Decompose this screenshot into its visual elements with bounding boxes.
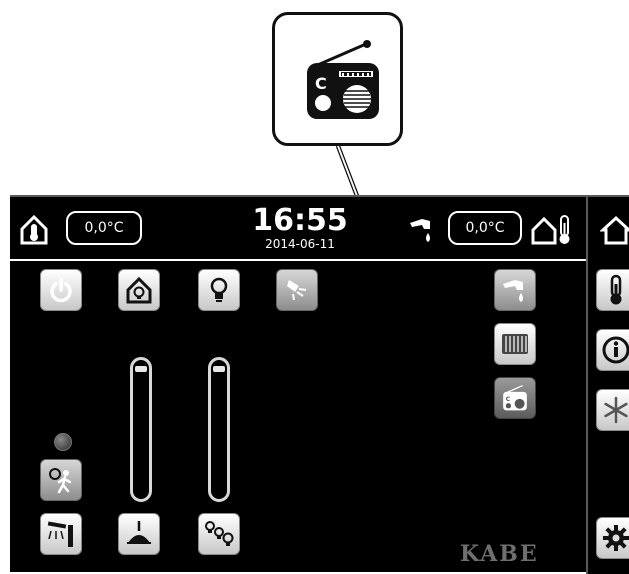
slider-thumb[interactable] (135, 366, 147, 372)
awning-light-icon (47, 521, 73, 547)
sidebar (586, 197, 629, 574)
light-button[interactable] (198, 269, 240, 311)
info-icon (602, 336, 629, 364)
ceiling-lamp-button[interactable] (118, 513, 160, 555)
clock-date: 2014-06-11 (265, 237, 335, 251)
spotlight-button[interactable] (276, 269, 318, 311)
awning-light-button[interactable] (40, 513, 82, 555)
spotlight-icon (287, 280, 307, 301)
sidebar-item-info[interactable] (596, 329, 629, 371)
status-bar: 0,0°C 16:55 2014-06-11 0,0°C (10, 197, 586, 261)
house-bulb-icon (126, 276, 152, 304)
control-panel-screen: 0,0°C 16:55 2014-06-11 0,0°C C KABE (10, 195, 629, 574)
multiple-bulbs-icon (205, 521, 234, 546)
inside-temperature-display[interactable]: 0,0°C (66, 211, 142, 245)
motion-sensor-icon (49, 468, 72, 494)
house-lighting-button[interactable] (118, 269, 160, 311)
ceiling-lamp-icon (127, 521, 151, 544)
water-pump-button[interactable] (494, 269, 536, 311)
snowflake-icon (604, 396, 628, 424)
radio-button[interactable]: C (494, 377, 536, 419)
sidebar-item-settings[interactable] (596, 517, 629, 559)
gear-icon (603, 525, 629, 551)
outside-temperature-value: 0,0°C (465, 220, 505, 236)
heater-button[interactable] (494, 323, 536, 365)
radio-icon: C (503, 385, 527, 411)
radio-icon: C (303, 39, 383, 124)
radio-callout: C (272, 12, 403, 146)
power-button[interactable] (40, 269, 82, 311)
dimmer-slider-1[interactable] (130, 357, 152, 502)
inside-temperature-value: 0,0°C (84, 220, 124, 236)
clock: 16:55 2014-06-11 (250, 203, 350, 252)
radiator-icon (502, 334, 528, 354)
thermometer-icon (610, 274, 622, 305)
sidebar-item-temperature[interactable] (596, 269, 629, 311)
outdoor-thermometer-icon (530, 213, 574, 247)
clock-time: 16:55 (252, 203, 348, 238)
svg-text:C: C (315, 74, 327, 93)
motion-sensor-button[interactable] (40, 459, 82, 501)
dimmer-slider-2[interactable] (208, 357, 230, 502)
sidebar-item-home[interactable] (596, 209, 629, 251)
power-icon (50, 278, 72, 303)
brand-logo: KABE (460, 541, 539, 567)
home-icon (600, 215, 629, 245)
water-tap-icon (503, 280, 523, 302)
sidebar-item-cooling[interactable] (596, 389, 629, 431)
outside-temperature-display[interactable]: 0,0°C (448, 211, 522, 245)
light-bulb-icon (210, 277, 228, 302)
water-tap-icon (408, 215, 436, 245)
multi-light-button[interactable] (198, 513, 240, 555)
status-led (54, 433, 72, 451)
svg-text:C: C (506, 397, 510, 403)
home-thermometer-icon (18, 213, 54, 245)
slider-thumb[interactable] (213, 366, 225, 372)
